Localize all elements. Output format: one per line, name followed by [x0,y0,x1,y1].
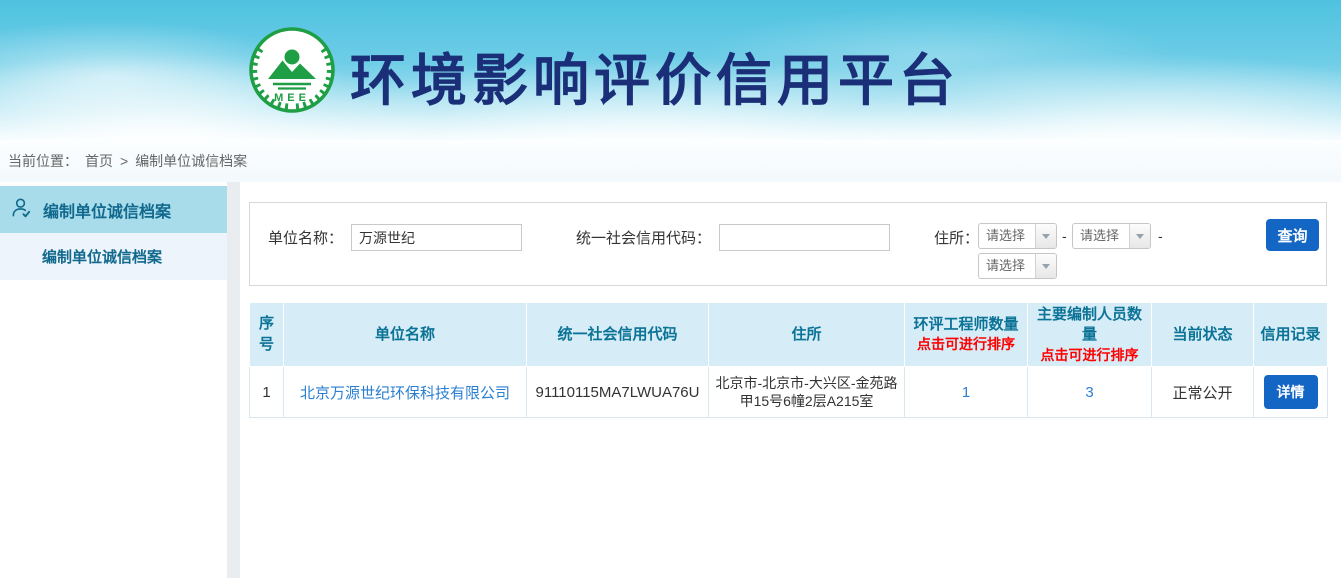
staff-count-link[interactable]: 3 [1085,384,1093,401]
chevron-down-icon[interactable] [1129,224,1150,248]
table-header-row: 序号 单位名称 统一社会信用代码 住所 环评工程师数量 点击可进行排序 主要编制… [250,303,1328,367]
breadcrumb-home-link[interactable]: 首页 [85,151,113,171]
sidebar-divider-strip [227,182,240,578]
header-engineer-count-label: 环评工程师数量 [913,316,1018,333]
staff-sort-hint: 点击可进行排序 [1030,346,1149,365]
chevron-down-icon[interactable] [1035,224,1056,248]
sidebar: 编制单位诚信档案 编制单位诚信档案 [0,182,227,578]
row-credit-code: 91110115MA7LWUA76U [527,367,709,418]
detail-button[interactable]: 详情 [1264,375,1318,409]
header-status: 当前状态 [1152,303,1254,367]
address-label: 住所： [934,227,979,248]
unit-name-link[interactable]: 北京万源世纪环保科技有限公司 [300,385,510,402]
mee-logo-icon: MEE [248,26,336,119]
engineer-sort-hint: 点击可进行排序 [907,335,1025,354]
sidebar-item-label: 编制单位诚信档案 [43,198,171,222]
sidebar-subitem-unit-credit-archive[interactable]: 编制单位诚信档案 [0,233,227,280]
row-address: 北京市-北京市-大兴区-金苑路甲15号6幢2层A215室 [709,367,905,418]
address-city-select[interactable]: 请选择 [1072,223,1151,249]
credit-code-input[interactable] [719,224,890,251]
address-province-select-value: 请选择 [979,224,1035,248]
header-staff-count-label: 主要编制人员数量 [1037,306,1142,343]
address-separator: - [1158,228,1163,244]
site-header: MEE 环境影响评价信用平台 [0,0,1341,140]
address-district-select[interactable]: 请选择 [978,253,1057,279]
header-credit-record: 信用记录 [1254,303,1328,367]
address-city-select-value: 请选择 [1073,224,1129,248]
person-check-icon [10,196,33,224]
breadcrumb-separator: > [120,153,128,169]
header-no: 序号 [250,303,284,367]
credit-code-group: 统一社会信用代码： [576,224,890,251]
unit-name-label: 单位名称： [268,227,343,248]
sidebar-subitem-label: 编制单位诚信档案 [42,246,162,267]
table-row: 1 北京万源世纪环保科技有限公司 91110115MA7LWUA76U 北京市-… [250,367,1328,418]
results-table: 序号 单位名称 统一社会信用代码 住所 环评工程师数量 点击可进行排序 主要编制… [249,302,1328,418]
breadcrumb-label: 当前位置： [8,151,78,171]
search-panel: 单位名称： 统一社会信用代码： 住所： 请选择 - 请选择 - 请选择 [249,202,1327,286]
row-no: 1 [250,367,284,418]
address-separator: - [1062,228,1067,244]
query-button[interactable]: 查询 [1266,219,1319,251]
header-unit-name: 单位名称 [284,303,527,367]
mee-logo-text: MEE [274,92,310,104]
header-credit-code: 统一社会信用代码 [527,303,709,367]
address-province-select[interactable]: 请选择 [978,223,1057,249]
unit-name-group: 单位名称： [268,224,522,251]
header-engineer-count-sortable[interactable]: 环评工程师数量 点击可进行排序 [905,303,1028,367]
breadcrumb: 当前位置： 首页 > 编制单位诚信档案 [0,140,1341,182]
page-title: 环境影响评价信用平台 [350,36,960,117]
address-district-select-value: 请选择 [979,254,1035,278]
engineer-count-link[interactable]: 1 [962,384,970,401]
header-staff-count-sortable[interactable]: 主要编制人员数量 点击可进行排序 [1028,303,1152,367]
header-address: 住所 [709,303,905,367]
credit-code-label: 统一社会信用代码： [576,227,711,248]
row-status: 正常公开 [1152,367,1254,418]
sidebar-item-unit-credit-archive[interactable]: 编制单位诚信档案 [0,186,227,233]
chevron-down-icon[interactable] [1035,254,1056,278]
page-body: 编制单位诚信档案 编制单位诚信档案 单位名称： 统一社会信用代码： 住所： 请选… [0,182,1341,578]
breadcrumb-current: 编制单位诚信档案 [135,151,247,171]
unit-name-input[interactable] [351,224,522,251]
main-content: 单位名称： 统一社会信用代码： 住所： 请选择 - 请选择 - 请选择 [240,182,1341,578]
